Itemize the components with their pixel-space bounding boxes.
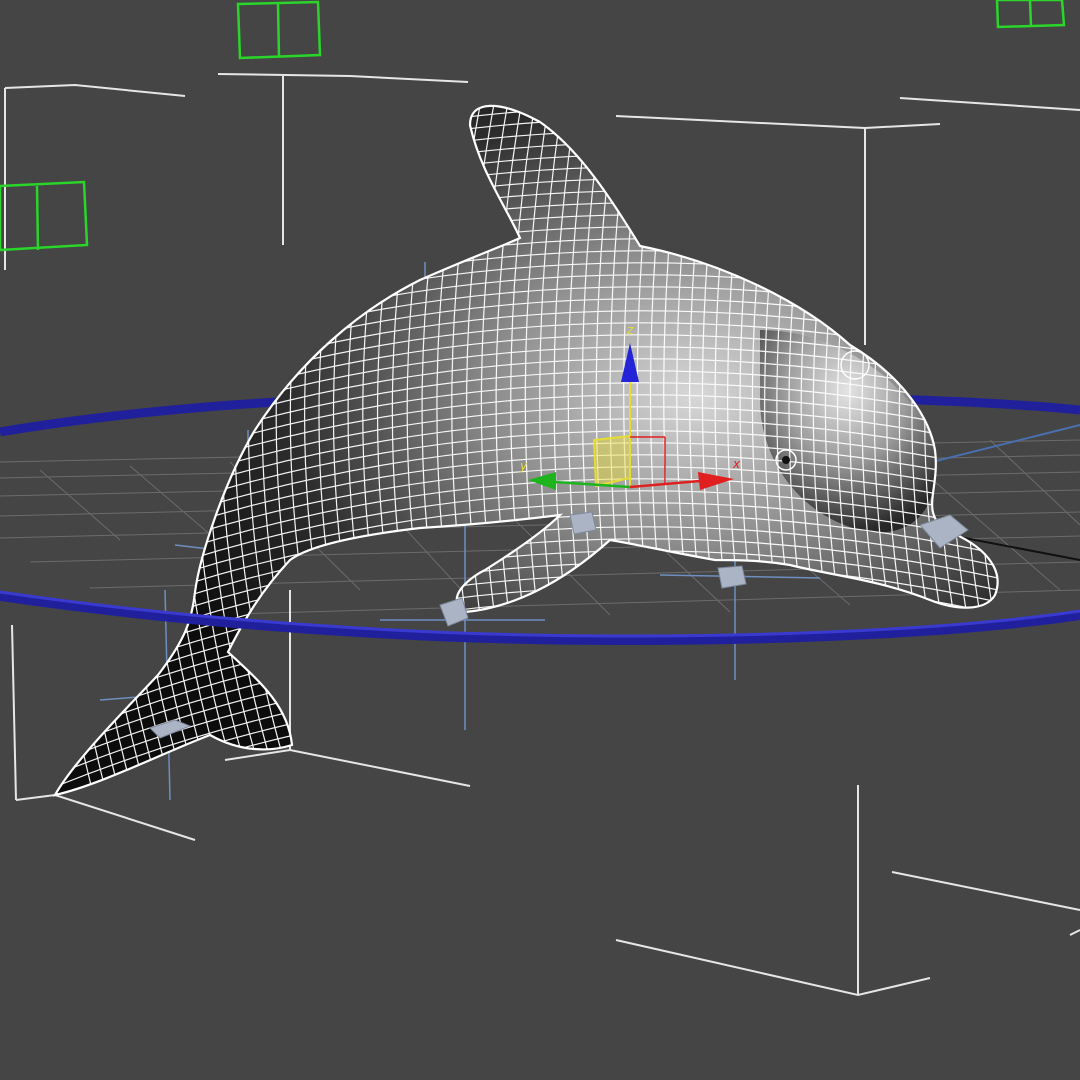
wire-cross-line (976, 105, 998, 795)
ik-ring-front[interactable] (0, 591, 1080, 646)
wire-cross-line (937, 105, 998, 795)
wire-cross-line (950, 105, 998, 795)
viewport-canvas[interactable]: z x y (0, 0, 1080, 1080)
wire-cross-line (55, 105, 101, 795)
gizmo-x-label: x (732, 457, 741, 471)
dolphin-mesh[interactable] (0, 71, 1080, 918)
wire-flow-line (55, 742, 998, 795)
wire-flow-line (55, 778, 998, 795)
gizmo-z-label: z (626, 323, 634, 337)
wire-flow-line (55, 766, 998, 795)
wire-cross-line (68, 105, 128, 795)
gizmo-y-label: y (519, 459, 528, 473)
wire-cross-line (963, 105, 998, 795)
wire-flow-line (55, 754, 998, 795)
3d-viewport[interactable]: z x y (0, 0, 1080, 1080)
gizmo-xy-plane[interactable] (592, 434, 631, 488)
